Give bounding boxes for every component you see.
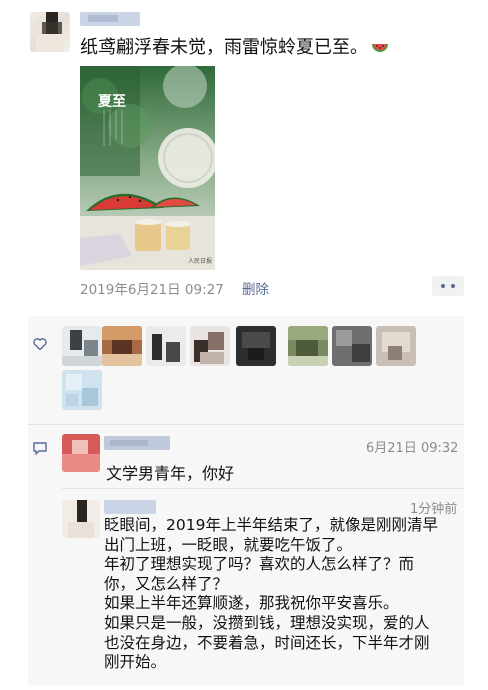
comment-text[interactable]: 眨眼间，2019年上半年结束了，就像是刚刚清早 出门上班，一眨眼，就要吃午饭了。… bbox=[104, 516, 464, 673]
liker-avatar[interactable] bbox=[146, 326, 186, 366]
comment-line: 年初了理想实现了吗？喜欢的人怎么样了？而 bbox=[104, 555, 415, 574]
post-text: 纸鸢翩浮春未觉，雨雷惊蛉夏已至。 bbox=[80, 36, 390, 60]
more-options-button[interactable] bbox=[432, 276, 464, 296]
post-date: 2019年6月21日 09:27 bbox=[80, 282, 224, 298]
post-author-avatar[interactable] bbox=[30, 12, 70, 52]
liker-avatar[interactable] bbox=[288, 326, 328, 366]
watermelon-icon bbox=[372, 44, 388, 52]
post-image[interactable]: 夏至 人民日报 bbox=[80, 66, 215, 270]
comment-line: 如果只是一般，没攒到钱，理想没实现，爱的人 bbox=[104, 613, 430, 632]
comment-text[interactable]: 文学男青年，你好 bbox=[106, 460, 234, 484]
summer-solstice-poster: 夏至 人民日报 bbox=[80, 66, 215, 270]
liker-avatar[interactable] bbox=[62, 326, 102, 366]
comment-time: 1分钟前 bbox=[410, 502, 458, 517]
liker-avatar[interactable] bbox=[102, 326, 142, 366]
commenter-name-blurred[interactable] bbox=[104, 436, 170, 450]
comment-line: 如果上半年还算顺遂，那我祝你平安喜乐。 bbox=[104, 594, 399, 613]
liker-avatar[interactable] bbox=[190, 326, 230, 366]
more-dot-icon bbox=[441, 284, 445, 288]
liker-avatar[interactable] bbox=[376, 326, 416, 366]
more-dot-icon bbox=[451, 284, 455, 288]
liker-avatar[interactable] bbox=[236, 326, 276, 366]
poster-watermark: 人民日报 bbox=[188, 257, 212, 265]
likes-divider bbox=[28, 424, 464, 425]
comment-line: 也没在身边，不要着急，时间还长，下半年才刚 bbox=[104, 633, 430, 652]
commenter-name-blurred[interactable] bbox=[104, 500, 156, 514]
comment-line: 刚开始。 bbox=[104, 653, 167, 672]
liker-avatar[interactable] bbox=[62, 370, 102, 410]
post-text-content: 纸鸢翩浮春未觉，雨雷惊蛉夏已至。 bbox=[80, 37, 368, 58]
post-author-name-blurred[interactable] bbox=[80, 12, 140, 26]
comment-line: 出门上班，一眨眼，就要吃午饭了。 bbox=[104, 535, 353, 554]
comment-line: 眨眼间，2019年上半年结束了，就像是刚刚清早 bbox=[104, 516, 438, 534]
commenter-avatar[interactable] bbox=[62, 434, 100, 472]
commenter-avatar[interactable] bbox=[62, 500, 100, 538]
comment-line: 你，又怎么样了？ bbox=[104, 574, 229, 593]
heart-icon bbox=[33, 338, 47, 351]
comment-icon bbox=[33, 442, 47, 455]
poster-title: 夏至 bbox=[98, 93, 126, 110]
delete-link[interactable]: 删除 bbox=[242, 278, 269, 298]
comment-divider bbox=[62, 488, 464, 489]
liker-avatar[interactable] bbox=[332, 326, 372, 366]
comment-time: 6月21日 09:32 bbox=[366, 441, 459, 456]
